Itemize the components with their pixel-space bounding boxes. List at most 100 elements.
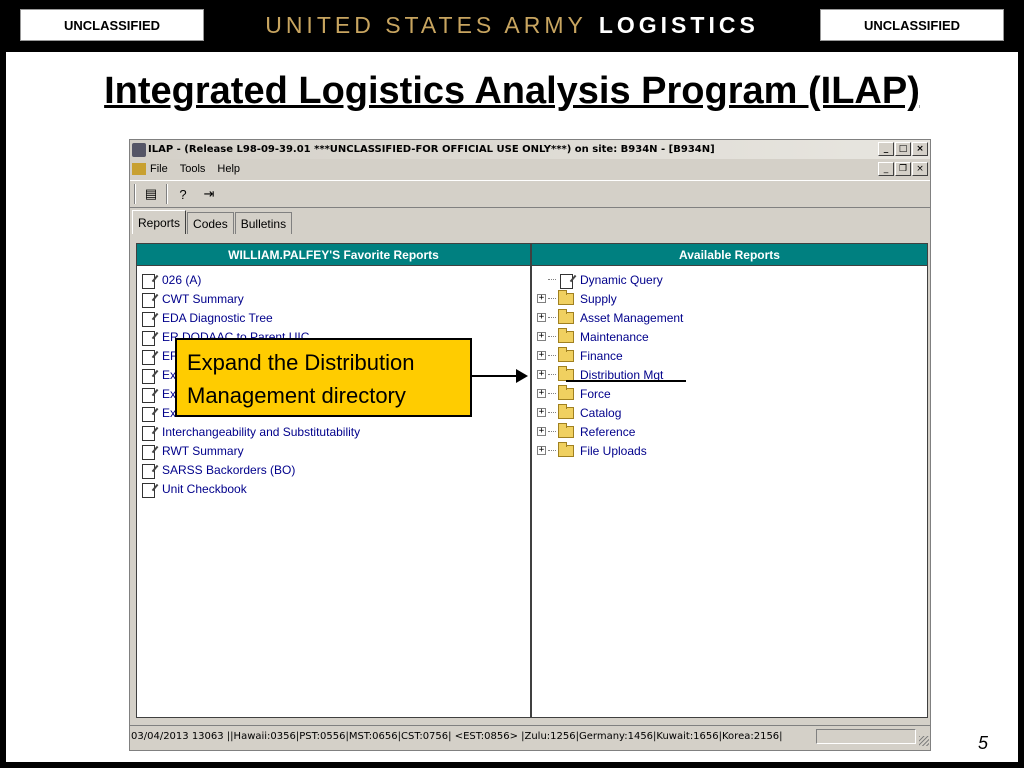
classification-banner-left: UNCLASSIFIED [20, 9, 204, 41]
tree-line [548, 431, 556, 432]
expand-icon[interactable]: + [537, 389, 546, 398]
toolbar-grip [134, 184, 136, 204]
tree-line [548, 317, 556, 318]
page-number: 5 [978, 733, 989, 753]
tree-line [548, 393, 556, 394]
org-title-light: UNITED STATES ARMY [265, 11, 587, 38]
list-item-label: Ex [162, 386, 177, 401]
menubar: File Tools Help _ ❐ × [130, 160, 930, 178]
tree-item-reference[interactable]: + Reference [532, 422, 927, 441]
list-item-label: Ex [162, 405, 177, 420]
list-item-label: 026 (A) [162, 272, 202, 287]
status-bar: 03/04/2013 13063 ||Hawaii:0356|PST:0556|… [130, 725, 930, 747]
expand-icon[interactable]: + [537, 351, 546, 360]
tree-item-label: Finance [580, 348, 623, 363]
app-icon [132, 142, 146, 157]
report-icon [140, 386, 156, 403]
folder-icon [558, 441, 574, 457]
tree-item-label: Asset Management [580, 310, 684, 325]
doc-restore-icon[interactable]: ❐ [895, 162, 911, 176]
report-icon [140, 329, 156, 346]
maximize-icon[interactable]: □ [895, 142, 911, 156]
window-title: ILAP - (Release L98-09-39.01 ***UNCLASSI… [148, 144, 715, 155]
document-window-icon [132, 163, 146, 175]
report-icon [140, 462, 156, 479]
window-controls: _ □ × [878, 142, 928, 156]
available-panel: Available Reports Dynamic Query + Supply … [531, 243, 928, 718]
highlight-underline [566, 380, 686, 382]
tree-line [548, 374, 556, 375]
tree-item-supply[interactable]: + Supply [532, 289, 927, 308]
list-item[interactable]: RWT Summary [137, 441, 530, 460]
tree-line [548, 336, 556, 337]
list-item[interactable]: EDA Diagnostic Tree [137, 308, 530, 327]
expand-icon[interactable]: + [537, 427, 546, 436]
report-icon [140, 405, 156, 422]
status-panel [816, 729, 916, 744]
list-item[interactable]: 026 (A) [137, 270, 530, 289]
callout-arrow-line [472, 375, 522, 377]
tree-item-file-uploads[interactable]: + File Uploads [532, 441, 927, 460]
expand-icon[interactable]: + [537, 294, 546, 303]
tab-bulletins[interactable]: Bulletins [234, 212, 293, 234]
tree-item-dynamic-query[interactable]: Dynamic Query [532, 270, 927, 289]
report-icon [140, 443, 156, 460]
available-tree: Dynamic Query + Supply + Asset Management … [532, 266, 927, 460]
help-icon[interactable]: ? [172, 183, 194, 205]
doc-close-icon[interactable]: × [912, 162, 928, 176]
tree-item-catalog[interactable]: + Catalog [532, 403, 927, 422]
list-item-label: Unit Checkbook [162, 481, 247, 496]
list-item[interactable]: Interchangeability and Substitutability [137, 422, 530, 441]
report-icon [140, 481, 156, 498]
tree-item-asset-management[interactable]: + Asset Management [532, 308, 927, 327]
resize-grip-icon[interactable] [919, 736, 929, 746]
doc-minimize-icon[interactable]: _ [878, 162, 894, 176]
tree-item-maintenance[interactable]: + Maintenance [532, 327, 927, 346]
tab-bar: Reports Codes Bulletins [132, 210, 293, 234]
tree-item-force[interactable]: + Force [532, 384, 927, 403]
folder-icon [558, 365, 574, 381]
tree-item-label: Supply [580, 291, 617, 306]
toolbar-separator [166, 184, 168, 204]
close-icon[interactable]: × [912, 142, 928, 156]
tree-item-label: Reference [580, 424, 636, 439]
report-icon [140, 424, 156, 441]
classification-banner-right: UNCLASSIFIED [820, 9, 1004, 41]
tree-line [548, 298, 556, 299]
slide: UNCLASSIFIED UNITED STATES ARMY LOGISTIC… [0, 0, 1024, 768]
menu-tools[interactable]: Tools [180, 163, 206, 175]
report-icon [558, 272, 574, 289]
minimize-icon[interactable]: _ [878, 142, 894, 156]
folder-icon [558, 384, 574, 400]
tree-item-finance[interactable]: + Finance [532, 346, 927, 365]
tree-line [548, 355, 556, 356]
expand-icon[interactable]: + [537, 370, 546, 379]
list-item[interactable]: SARSS Backorders (BO) [137, 460, 530, 479]
properties-icon[interactable]: ▤ [140, 183, 162, 205]
tree-item-label: Maintenance [580, 329, 649, 344]
tree-item-label: File Uploads [580, 443, 647, 458]
exit-icon[interactable]: ⇥ [198, 183, 220, 205]
list-item-label: CWT Summary [162, 291, 244, 306]
expand-icon[interactable]: + [537, 313, 546, 322]
report-icon [140, 367, 156, 384]
list-item-label: SARSS Backorders (BO) [162, 462, 296, 477]
list-item[interactable]: Unit Checkbook [137, 479, 530, 498]
favorites-header: WILLIAM.PALFEY'S Favorite Reports [137, 244, 530, 266]
org-title: UNITED STATES ARMY LOGISTICS [210, 8, 814, 42]
report-icon [140, 272, 156, 289]
expand-icon[interactable]: + [537, 332, 546, 341]
list-item[interactable]: CWT Summary [137, 289, 530, 308]
menu-file[interactable]: File [150, 163, 168, 175]
tab-codes[interactable]: Codes [187, 212, 234, 234]
window-titlebar[interactable]: ILAP - (Release L98-09-39.01 ***UNCLASSI… [130, 140, 930, 159]
ilap-window: ILAP - (Release L98-09-39.01 ***UNCLASSI… [129, 139, 931, 751]
available-header: Available Reports [532, 244, 927, 266]
expand-icon[interactable]: + [537, 446, 546, 455]
expand-icon[interactable]: + [537, 408, 546, 417]
toolbar: ▤ ? ⇥ [130, 180, 930, 208]
menu-help[interactable]: Help [217, 163, 240, 175]
slide-title: Integrated Logistics Analysis Program (I… [104, 70, 920, 112]
callout-arrow-icon [516, 369, 528, 383]
tab-reports[interactable]: Reports [132, 210, 187, 234]
